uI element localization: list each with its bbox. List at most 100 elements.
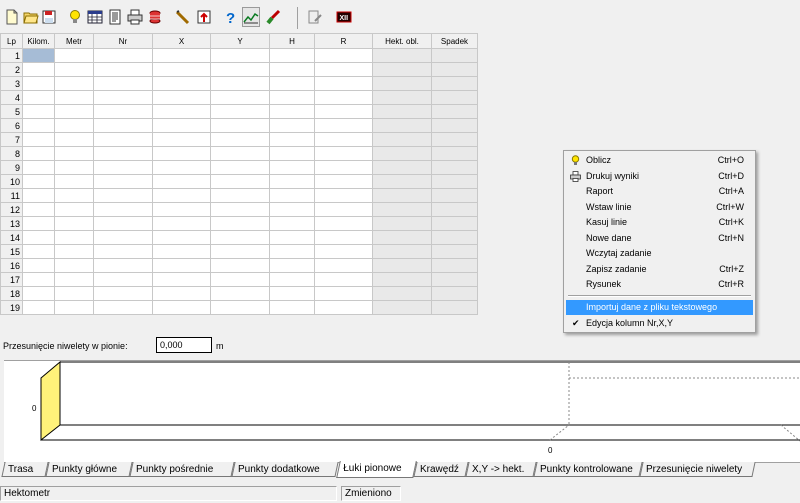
grid-cell[interactable]: [269, 76, 315, 91]
grid-cell[interactable]: [269, 300, 315, 315]
grid-cell[interactable]: [210, 76, 270, 91]
grid-cell[interactable]: [22, 118, 55, 133]
grid-cell[interactable]: [22, 230, 55, 245]
column-header-lp[interactable]: Lp: [0, 33, 23, 49]
grid-cell[interactable]: [22, 300, 55, 315]
grid-cell[interactable]: [314, 202, 373, 217]
grid-cell[interactable]: [210, 132, 270, 147]
grid-cell[interactable]: [93, 188, 153, 203]
grid-cell[interactable]: [54, 104, 94, 119]
lightbulb-icon[interactable]: [66, 7, 84, 27]
grid-cell[interactable]: [54, 244, 94, 259]
grid-cell[interactable]: [431, 132, 478, 147]
grid-cell[interactable]: [22, 76, 55, 91]
grid-cell[interactable]: [54, 132, 94, 147]
column-header-h[interactable]: H: [269, 33, 315, 49]
grid-cell[interactable]: [314, 48, 373, 63]
grid-cell[interactable]: [431, 90, 478, 105]
column-header-nr[interactable]: Nr: [93, 33, 153, 49]
grid-cell[interactable]: [372, 286, 432, 301]
grid-cell[interactable]: [54, 202, 94, 217]
print-icon[interactable]: [126, 7, 144, 27]
calculator-icon[interactable]: [86, 7, 104, 27]
grid-cell[interactable]: [152, 174, 211, 189]
column-header-hekt-obl[interactable]: Hekt. obl.: [372, 33, 432, 49]
grid-cell[interactable]: [152, 104, 211, 119]
grid-cell[interactable]: [54, 286, 94, 301]
grid-cell[interactable]: [372, 62, 432, 77]
grid-cell[interactable]: [210, 202, 270, 217]
grid-cell[interactable]: [372, 244, 432, 259]
grid-cell[interactable]: [22, 160, 55, 175]
grid-cell[interactable]: [152, 76, 211, 91]
grid-cell[interactable]: [431, 272, 478, 287]
grid-cell[interactable]: [431, 174, 478, 189]
grid-cell[interactable]: [269, 146, 315, 161]
grid-cell[interactable]: [152, 48, 211, 63]
tab-krawedz[interactable]: Krawędź: [413, 462, 469, 477]
grid-cell[interactable]: [314, 272, 373, 287]
grid-cell[interactable]: [54, 160, 94, 175]
grid-cell[interactable]: [93, 300, 153, 315]
grid-cell[interactable]: [269, 160, 315, 175]
tab-punkty-glowne[interactable]: Punkty główne: [45, 462, 133, 477]
grid-cell[interactable]: [314, 76, 373, 91]
grid-cell[interactable]: [372, 90, 432, 105]
grid-cell[interactable]: [54, 90, 94, 105]
tab-punkty-posrednie[interactable]: Punkty pośrednie: [129, 462, 235, 477]
pencil-icon[interactable]: [174, 7, 192, 27]
grid-cell[interactable]: [372, 146, 432, 161]
grid-cell[interactable]: [152, 286, 211, 301]
grid-cell[interactable]: [314, 244, 373, 259]
grid-cell[interactable]: [93, 160, 153, 175]
grid-cell[interactable]: [372, 230, 432, 245]
grid-cell[interactable]: [152, 202, 211, 217]
grid-cell[interactable]: [210, 118, 270, 133]
grid-cell[interactable]: [210, 104, 270, 119]
grid-cell[interactable]: [54, 216, 94, 231]
grid-cell[interactable]: [152, 146, 211, 161]
grid-cell[interactable]: [22, 132, 55, 147]
grid-cell[interactable]: [93, 216, 153, 231]
column-header-metr[interactable]: Metr: [54, 33, 94, 49]
column-header-spadek[interactable]: Spadek: [431, 33, 478, 49]
grid-cell[interactable]: [93, 118, 153, 133]
close-icon[interactable]: XII: [335, 7, 353, 27]
grid-cell[interactable]: [54, 188, 94, 203]
grid-cell[interactable]: [314, 118, 373, 133]
menu-item-raport[interactable]: Raport Ctrl+A: [566, 184, 753, 199]
grid-cell[interactable]: [314, 90, 373, 105]
grid-cell[interactable]: [152, 244, 211, 259]
grid-cell[interactable]: [93, 62, 153, 77]
grid-cell[interactable]: [314, 174, 373, 189]
grid-cell[interactable]: [431, 118, 478, 133]
column-header-y[interactable]: Y: [210, 33, 270, 49]
grid-cell[interactable]: [93, 132, 153, 147]
grid-cell[interactable]: [152, 230, 211, 245]
grid-cell[interactable]: [372, 258, 432, 273]
grid-cell[interactable]: [269, 258, 315, 273]
grid-cell[interactable]: [210, 230, 270, 245]
grid-cell[interactable]: [269, 230, 315, 245]
grid-cell[interactable]: [210, 258, 270, 273]
grid-cell[interactable]: [54, 230, 94, 245]
grid-cell[interactable]: [93, 146, 153, 161]
grid-cell[interactable]: [431, 258, 478, 273]
profile-drawing[interactable]: 0 0: [4, 360, 800, 463]
tab-luki-pionowe[interactable]: Łuki pionowe: [336, 461, 417, 478]
menu-item-wstaw-linie[interactable]: Wstaw linie Ctrl+W: [566, 200, 753, 215]
grid-cell[interactable]: [269, 174, 315, 189]
grid-cell[interactable]: [372, 174, 432, 189]
grid-cell[interactable]: [152, 272, 211, 287]
menu-item-zapisz-zadanie[interactable]: Zapisz zadanie Ctrl+Z: [566, 262, 753, 277]
new-file-icon[interactable]: [3, 7, 21, 27]
grid-cell[interactable]: [93, 286, 153, 301]
grid-cell[interactable]: [93, 258, 153, 273]
grid-cell[interactable]: [22, 62, 55, 77]
grid-cell[interactable]: [269, 104, 315, 119]
grid-cell[interactable]: [152, 62, 211, 77]
grid-cell[interactable]: [152, 300, 211, 315]
grid-cell[interactable]: [152, 132, 211, 147]
chart-icon[interactable]: [242, 7, 260, 27]
grid-cell[interactable]: [431, 62, 478, 77]
